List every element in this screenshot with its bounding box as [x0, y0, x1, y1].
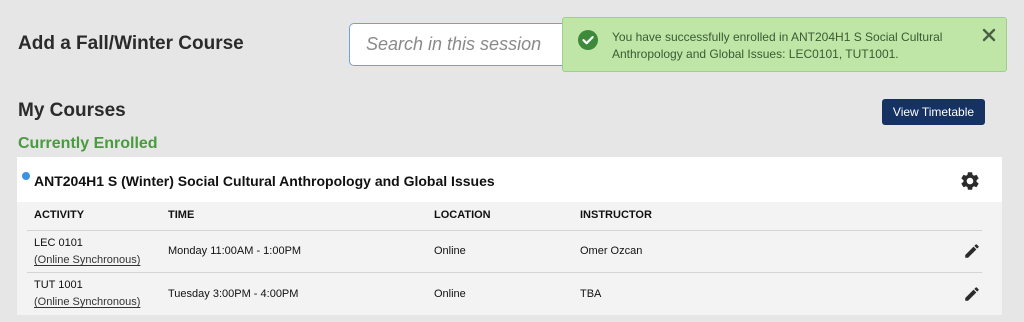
- activity-location: Online: [434, 245, 466, 257]
- close-icon[interactable]: [980, 26, 998, 44]
- gear-icon[interactable]: [959, 170, 981, 192]
- divider: [27, 272, 982, 273]
- course-title: ANT204H1 S (Winter) Social Cultural Anth…: [34, 173, 495, 189]
- currently-enrolled-label: Currently Enrolled: [18, 135, 158, 152]
- page-title: Add a Fall/Winter Course: [18, 33, 244, 54]
- column-header-instructor: INSTRUCTOR: [580, 209, 652, 221]
- activity-instructor: TBA: [580, 288, 602, 300]
- notification-message: You have successfully enrolled in ANT204…: [612, 30, 943, 61]
- pencil-icon[interactable]: [963, 285, 981, 303]
- column-header-location: LOCATION: [434, 209, 491, 221]
- activity-location: Online: [434, 288, 466, 300]
- divider: [27, 230, 982, 231]
- delivery-mode-link[interactable]: (Online Synchronous): [34, 254, 140, 266]
- column-header-time: TIME: [168, 209, 195, 221]
- course-card-header: ANT204H1 S (Winter) Social Cultural Anth…: [17, 157, 1002, 202]
- column-header-activity: ACTIVITY: [34, 209, 85, 221]
- activity-time: Monday 11:00AM - 1:00PM: [168, 245, 302, 257]
- activity-instructor: Omer Ozcan: [580, 245, 643, 257]
- search-input[interactable]: [349, 23, 589, 66]
- status-dot: [22, 172, 30, 180]
- activity-time: Tuesday 3:00PM - 4:00PM: [168, 288, 299, 300]
- activity-code: TUT 1001: [34, 279, 83, 291]
- my-courses-heading: My Courses: [18, 100, 126, 121]
- pencil-icon[interactable]: [963, 242, 981, 260]
- delivery-mode-link[interactable]: (Online Synchronous): [34, 296, 140, 308]
- view-timetable-button[interactable]: View Timetable: [882, 99, 985, 125]
- check-circle-icon: [578, 30, 598, 50]
- activity-code: LEC 0101: [34, 237, 83, 249]
- course-card: ANT204H1 S (Winter) Social Cultural Anth…: [17, 157, 1002, 315]
- success-notification: You have successfully enrolled in ANT204…: [562, 17, 1007, 72]
